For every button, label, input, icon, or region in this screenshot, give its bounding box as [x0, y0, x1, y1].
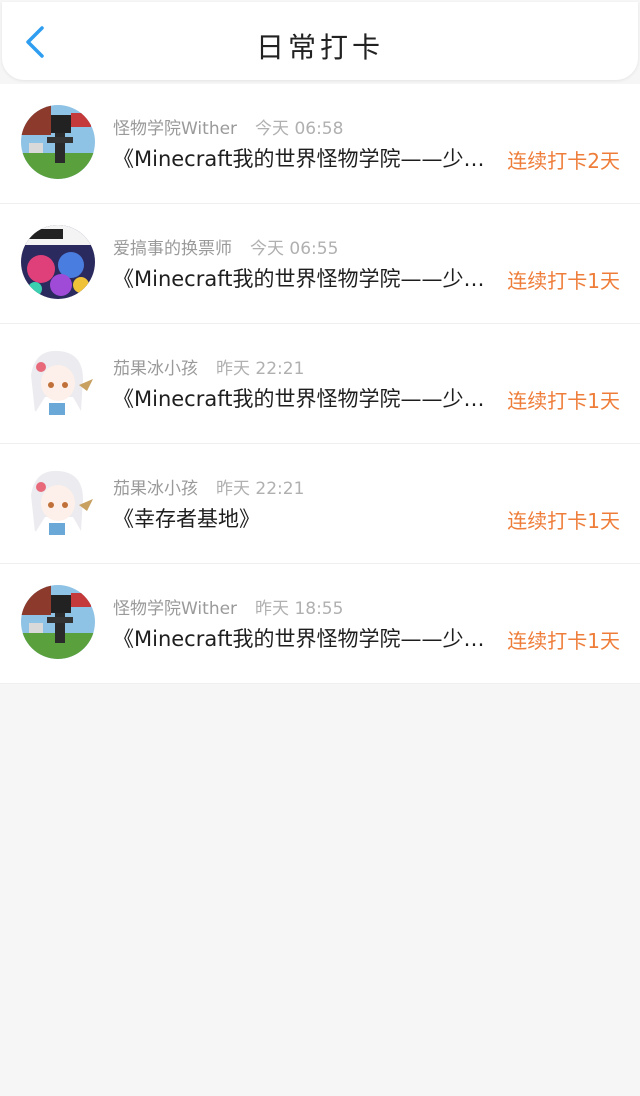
streak-badge: 连续打卡1天: [507, 509, 620, 533]
book-title[interactable]: 《Minecraft我的世界怪物学院——少年冒险之旅》: [113, 143, 485, 173]
checkin-item[interactable]: 茄果冰小孩 昨天 22:21 《幸存者基地》 连续打卡1天: [0, 444, 640, 564]
checkin-time: 昨天 22:21: [216, 479, 305, 499]
streak-badge: 连续打卡2天: [507, 149, 620, 173]
colorful-game-avatar-icon[interactable]: [21, 225, 95, 299]
nav-header: 日常打卡: [2, 2, 638, 80]
book-title[interactable]: 《Minecraft我的世界怪物学院——少年冒险之旅》: [113, 263, 485, 293]
checkin-list: 怪物学院Wither 今天 06:58 《Minecraft我的世界怪物学院——少…: [0, 84, 640, 684]
username[interactable]: 爱搞事的换票师: [113, 239, 232, 259]
checkin-time: 今天 06:58: [255, 119, 344, 139]
anime-girl-avatar-icon[interactable]: [21, 345, 95, 419]
checkin-item[interactable]: 怪物学院Wither 昨天 18:55 《Minecraft我的世界怪物学院——少…: [0, 564, 640, 684]
checkin-item[interactable]: 怪物学院Wither 今天 06:58 《Minecraft我的世界怪物学院——少…: [0, 84, 640, 204]
username[interactable]: 怪物学院Wither: [113, 599, 237, 619]
anime-girl-avatar-icon[interactable]: [21, 465, 95, 539]
page-title: 日常打卡: [255, 31, 384, 64]
book-title[interactable]: 《幸存者基地》: [113, 503, 485, 533]
streak-badge: 连续打卡1天: [507, 389, 620, 413]
username[interactable]: 怪物学院Wither: [113, 119, 237, 139]
minecraft-wither-avatar-icon[interactable]: [21, 585, 95, 659]
streak-badge: 连续打卡1天: [507, 629, 620, 653]
checkin-meta: 怪物学院Wither 今天 06:58: [113, 114, 343, 139]
checkin-meta: 爱搞事的换票师 今天 06:55: [113, 234, 338, 259]
book-title[interactable]: 《Minecraft我的世界怪物学院——少年冒险之旅》: [113, 623, 485, 653]
username[interactable]: 茄果冰小孩: [113, 359, 198, 379]
minecraft-wither-avatar-icon[interactable]: [21, 105, 95, 179]
book-title[interactable]: 《Minecraft我的世界怪物学院——少年冒险之旅》: [113, 383, 485, 413]
checkin-meta: 茄果冰小孩 昨天 22:21: [113, 474, 304, 499]
username[interactable]: 茄果冰小孩: [113, 479, 198, 499]
checkin-time: 昨天 18:55: [255, 599, 344, 619]
streak-badge: 连续打卡1天: [507, 269, 620, 293]
checkin-meta: 怪物学院Wither 昨天 18:55: [113, 594, 343, 619]
checkin-meta: 茄果冰小孩 昨天 22:21: [113, 354, 304, 379]
checkin-item[interactable]: 爱搞事的换票师今天 06:55 《Minecraft我的世界怪物学院——少年冒险…: [0, 204, 640, 324]
checkin-time: 今天 06:55: [250, 239, 339, 259]
checkin-time: 昨天 22:21: [216, 359, 305, 379]
checkin-item[interactable]: 茄果冰小孩昨天 22:21 《Minecraft我的世界怪物学院——少年冒险之旅…: [0, 324, 640, 444]
